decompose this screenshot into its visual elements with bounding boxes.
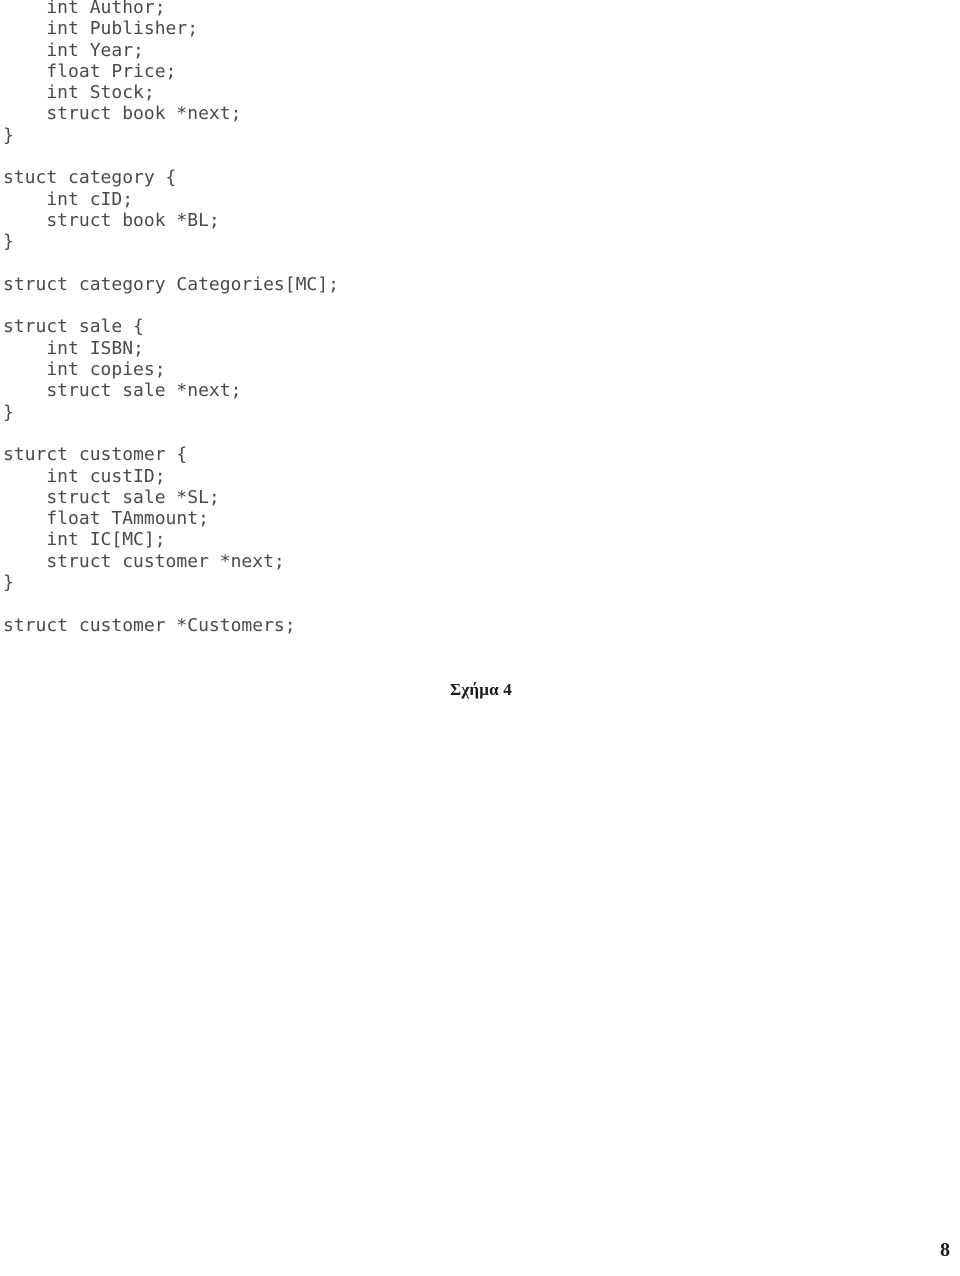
code-line: int custID; <box>3 465 166 487</box>
code-line: int Year; <box>3 39 144 61</box>
code-line: int IC[MC]; <box>3 529 166 551</box>
code-line: int Author; <box>3 0 166 18</box>
figure-caption-label: Σχήμα 4 <box>450 680 512 699</box>
code-line: int ISBN; <box>3 337 144 359</box>
code-line: int copies; <box>3 359 166 381</box>
code-line: struct sale *next; <box>3 380 242 402</box>
code-line: int Publisher; <box>3 18 199 40</box>
code-line: float TAmmount; <box>3 508 209 530</box>
code-line: } <box>3 124 14 146</box>
page-number: 8 <box>940 1239 950 1261</box>
code-line: } <box>3 401 14 423</box>
code-listing: int Author; int Publisher; int Year; flo… <box>0 0 960 636</box>
code-line: stuct category { <box>3 167 177 189</box>
figure-caption: Σχήμα 4 <box>0 680 960 700</box>
code-line: float Price; <box>3 60 177 82</box>
code-line: int cID; <box>3 188 134 210</box>
code-line: struct book *next; <box>3 103 242 125</box>
code-line: int Stock; <box>3 82 155 104</box>
code-line: struct category Categories[MC]; <box>3 273 339 295</box>
code-line: struct customer *Customers; <box>3 614 296 636</box>
code-line: struct sale *SL; <box>3 486 220 508</box>
code-line: struct sale { <box>3 316 144 338</box>
code-line: } <box>3 572 14 594</box>
code-line: struct book *BL; <box>3 209 220 231</box>
code-line: sturct customer { <box>3 444 188 466</box>
code-line: } <box>3 231 14 253</box>
code-line: struct customer *next; <box>3 550 285 572</box>
